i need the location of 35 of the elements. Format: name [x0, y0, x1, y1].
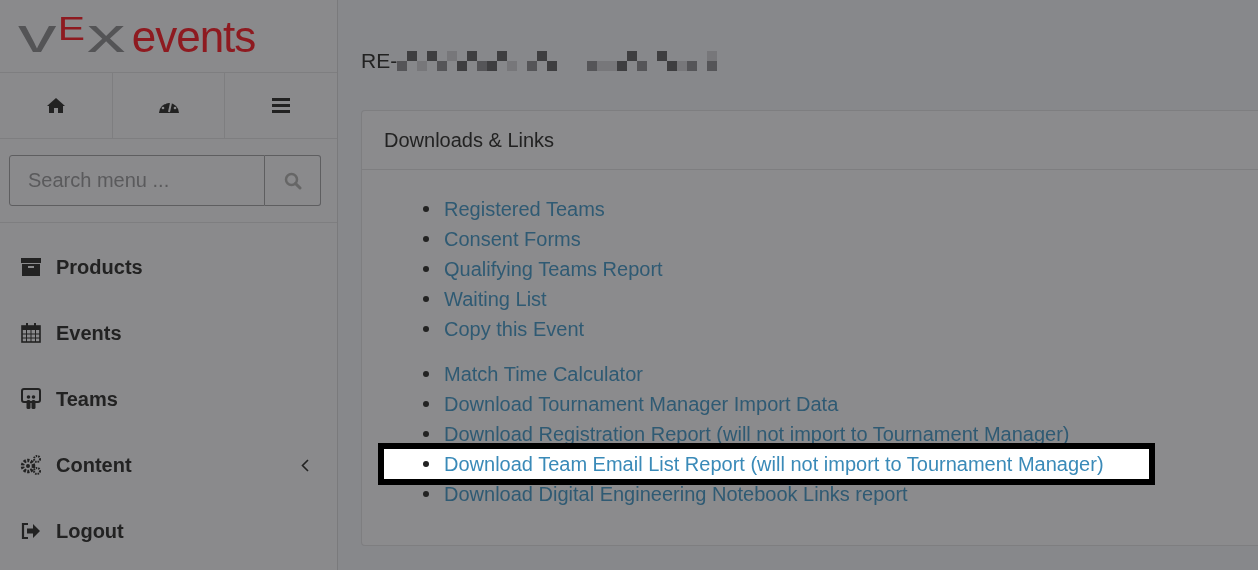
bullet-icon [423, 266, 429, 272]
nav-item[interactable]: Content [0, 432, 337, 498]
bullet-icon [423, 461, 429, 467]
team-icon [20, 388, 42, 410]
bullet-icon [423, 401, 429, 407]
gears-icon [20, 454, 42, 476]
link[interactable]: Download Digital Engineering Notebook Links report [444, 482, 908, 506]
link[interactable]: Registered Teams [444, 197, 605, 221]
link[interactable]: Download Registration Report (will not import to Tournament Manager) [444, 422, 1070, 446]
link[interactable]: Qualifying Teams Report [444, 257, 663, 281]
archive-box-icon [20, 258, 42, 276]
logout-icon [20, 522, 42, 540]
nav-item[interactable]: Events [0, 300, 337, 366]
menu-icon[interactable] [272, 98, 291, 113]
link[interactable]: Download Tournament Manager Import Data [444, 392, 839, 416]
nav-item[interactable]: Teams [0, 366, 337, 432]
search-icon [283, 171, 302, 190]
bullet-icon [423, 326, 429, 332]
nav-item[interactable]: Logout [0, 498, 337, 564]
link[interactable]: Consent Forms [444, 227, 581, 251]
bullet-icon [423, 236, 429, 242]
link[interactable]: Waiting List [444, 287, 547, 311]
nav-item[interactable]: Products [0, 234, 337, 300]
bullet-icon [423, 206, 429, 212]
calendar-icon [20, 323, 42, 343]
link[interactable]: Match Time Calculator [444, 362, 643, 386]
home-icon[interactable] [46, 98, 65, 113]
bullet-icon [423, 296, 429, 302]
card-title: Downloads & Links [384, 128, 555, 152]
link[interactable]: Copy this Event [444, 317, 585, 341]
page-title: RE- [361, 49, 398, 73]
chevron-icon [301, 458, 309, 472]
bullet-icon [423, 491, 429, 497]
bullet-icon [423, 431, 429, 437]
bullet-icon [423, 371, 429, 377]
